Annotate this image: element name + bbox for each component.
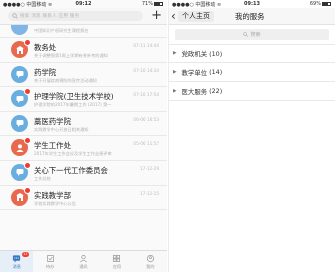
messages-topbar: 搜索 消息 联系人 应用 服务 + xyxy=(0,8,167,25)
todo-icon xyxy=(46,254,54,263)
conversation-row[interactable]: 中国知识产权研究生课程报名 xyxy=(0,25,167,38)
conversation-title: 学生工作处 xyxy=(34,141,71,151)
tab-me[interactable]: 我的 xyxy=(134,251,167,272)
conversation-row[interactable]: 关心下一代工作委员会 工作总结 17-12-29 xyxy=(0,160,167,186)
expand-arrow-icon: ▶ xyxy=(173,69,177,75)
battery-percent: 69% xyxy=(309,1,321,7)
unread-badge xyxy=(24,137,31,145)
conversation-preview: 工作总结 xyxy=(34,175,51,181)
me-icon xyxy=(146,254,154,263)
tab-contacts[interactable]: 通讯 xyxy=(67,251,100,272)
conversation-title: 实践教学部 xyxy=(34,190,71,200)
tab-label: 应用 xyxy=(112,264,122,269)
search-placeholder: 搜索 xyxy=(250,32,261,38)
expand-arrow-icon: ▶ xyxy=(173,88,177,94)
conversation-row[interactable]: 教务处 关于调整周第1周上学期有关补考的通知 07-11 14:44 xyxy=(0,38,167,63)
battery-percent: 71% xyxy=(141,1,153,7)
conversation-preview: 2017年学生工作会议及学生工作业绩评审 xyxy=(34,151,112,157)
battery-indicator: 69% xyxy=(310,1,331,7)
tab-todo[interactable]: 待办 xyxy=(33,251,66,272)
conversation-time: 06-06 16:53 xyxy=(133,116,159,122)
service-search-input[interactable]: 搜索 xyxy=(175,29,329,40)
page-title: 我的服务 xyxy=(235,12,265,21)
conversation-preview: 关于调整周第1周上学期有关补考的通知 xyxy=(34,53,108,58)
conversation-row[interactable]: 药学院 关于开展疾病预防的宣传活动通知 07-10 14:34 xyxy=(0,62,167,88)
conversation-title: 药学院 xyxy=(34,67,57,77)
battery-icon xyxy=(322,1,331,6)
tab-messages[interactable]: 12 消息 xyxy=(0,251,34,272)
tab-apps[interactable]: 应用 xyxy=(100,251,133,272)
chat-icon xyxy=(11,65,28,83)
category-item[interactable]: ▶ 党政机关 (10) xyxy=(169,44,335,63)
chat-icon xyxy=(11,25,28,35)
category-label: 医大服务 xyxy=(181,87,208,96)
tab-label: 消息 xyxy=(12,264,21,269)
conversation-time: 17-12-29 xyxy=(139,165,159,171)
chat-icon xyxy=(11,114,28,132)
search-placeholder: 搜索 消息 联系人 应用 服务 xyxy=(20,14,80,19)
apps-icon xyxy=(113,254,121,263)
unread-badge xyxy=(24,186,31,194)
category-count: (22) xyxy=(209,87,223,95)
search-icon xyxy=(12,13,18,19)
category-item[interactable]: ▶ 教学单位 (14) xyxy=(169,63,335,82)
contacts-icon xyxy=(80,254,87,263)
conversation-preview: 护理学院的2017年暑期工作 (2017) 第一 xyxy=(34,102,112,108)
unread-badge xyxy=(24,39,31,46)
battery-icon xyxy=(154,1,163,6)
services-topbar: ‹ 个人主页 我的服务 xyxy=(169,8,335,25)
bottom-tab-bar: 12 消息 待办 通讯 应用 我的 xyxy=(0,250,167,272)
conversation-title: 关心下一代工作委员会 xyxy=(34,165,108,175)
conversation-preview: 关于开展疾病预防的宣传活动通知 xyxy=(34,77,97,83)
tab-label: 我的 xyxy=(146,264,155,269)
tab-label: 待办 xyxy=(45,264,55,269)
search-input[interactable]: 搜索 消息 联系人 应用 服务 xyxy=(8,11,143,21)
tab-unread-badge: 12 xyxy=(22,252,29,257)
messages-panel: ●●●●○ 中国移动 ≋ 09:12 71% 搜索 消息 联系人 应用 服务 +… xyxy=(0,0,167,272)
unread-badge xyxy=(24,161,31,169)
conversation-time: 07-11 14:44 xyxy=(133,43,159,48)
status-bar: ●●●●○ 中国移动 ≋ 09:12 71% xyxy=(0,0,167,8)
add-button[interactable]: + xyxy=(151,8,162,23)
conversation-title: 护理学院(卫生技术学校) xyxy=(34,92,114,102)
status-bar: ●●●●○ 中国移动 ≋ 09:13 69% xyxy=(169,0,335,8)
personal-home-button[interactable]: 个人主页 xyxy=(178,11,214,22)
conversation-time: 17-12-15 xyxy=(139,190,159,196)
conversation-title: 藁医药学院 xyxy=(34,116,71,126)
message-icon xyxy=(13,255,21,263)
conversation-time: 05-06 11:57 xyxy=(133,141,159,147)
conversation-title: 教务处 xyxy=(34,43,57,52)
conversation-row[interactable]: 护理学院(卫生技术学校) 护理学院的2017年暑期工作 (2017) 第一 07… xyxy=(0,87,167,112)
expand-arrow-icon: ▶ xyxy=(173,51,177,56)
conversation-row[interactable]: 藁医药学院 实践教学中心开放日相关通知 06-06 16:53 xyxy=(0,111,167,137)
battery-indicator: 71% xyxy=(142,1,163,7)
category-item[interactable]: ▶ 医大服务 (22) xyxy=(169,82,335,101)
tab-label: 通讯 xyxy=(79,264,88,269)
unread-badge xyxy=(24,88,31,96)
category-count: (10) xyxy=(209,49,223,58)
conversation-time: 07-10 17:54 xyxy=(133,92,159,98)
conversation-preview: 学校实践教学中心公告 xyxy=(34,200,76,206)
conversation-preview: 实践教学中心开放日相关通知 xyxy=(34,126,89,132)
category-count: (14) xyxy=(209,68,223,76)
conversation-row[interactable]: 学生工作处 2017年学生工作会议及学生工作业绩评审 05-06 11:57 xyxy=(0,136,167,161)
conversation-row[interactable]: 实践教学部 学校实践教学中心公告 17-12-15 xyxy=(0,185,167,211)
services-panel: ●●●●○ 中国移动 ≋ 09:13 69% ‹ 个人主页 我的服务 搜索 ▶ … xyxy=(168,0,335,272)
conversation-time: 07-10 14:34 xyxy=(133,67,159,73)
conversation-list: 中国知识产权研究生课程报名 教务处 关于调整周第1周上学期有关补考的通知 07-… xyxy=(0,25,167,211)
conversation-preview: 中国知识产权研究生课程报名 xyxy=(34,28,89,33)
search-icon xyxy=(243,32,249,37)
category-label: 教学单位 xyxy=(181,68,208,77)
service-category-list: ▶ 党政机关 (10) ▶ 教学单位 (14) ▶ 医大服务 (22) xyxy=(169,44,335,101)
back-icon[interactable]: ‹ xyxy=(171,9,176,23)
category-label: 党政机关 xyxy=(181,50,208,58)
